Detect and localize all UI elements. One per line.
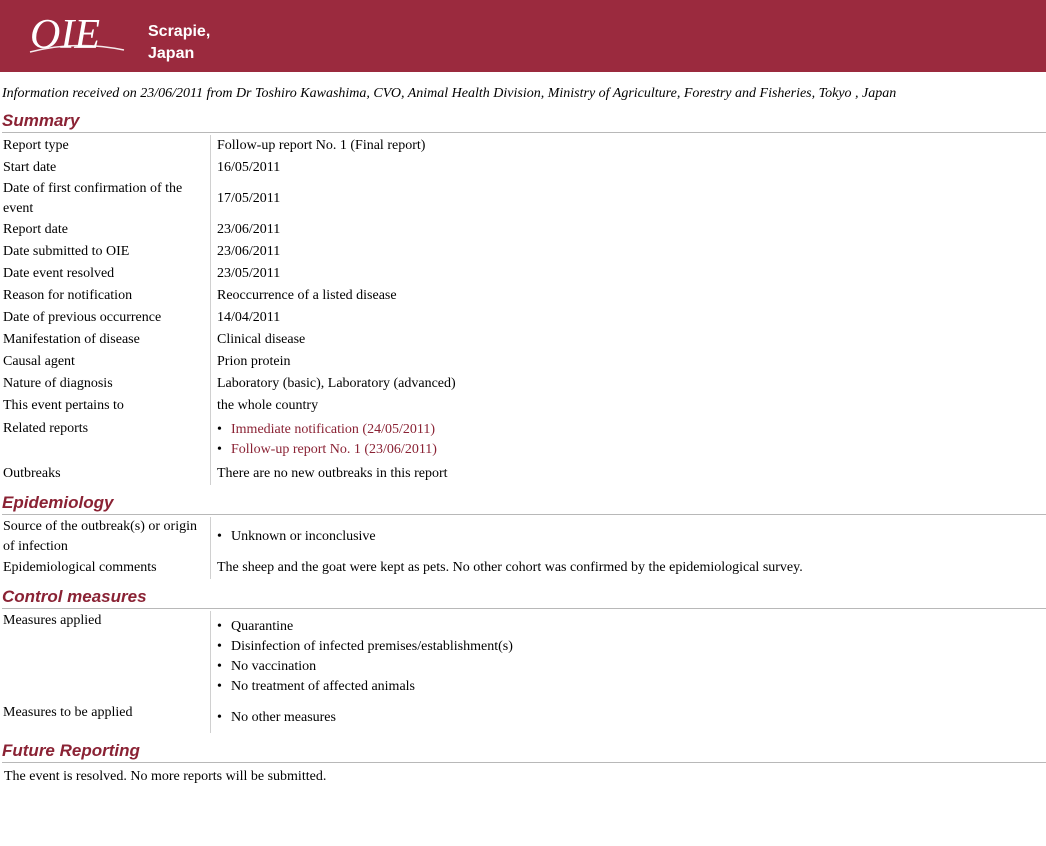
table-row: Source of the outbreak(s) or origin of i…	[0, 517, 1046, 557]
section-title-control-measures: Control measures	[2, 587, 1046, 609]
table-row: Measures applied • Quarantine • Disinfecti…	[0, 611, 1046, 703]
row-value: Clinical disease	[210, 329, 1046, 351]
table-row: Reason for notification Reoccurrence of a…	[0, 285, 1046, 307]
table-row: Outbreaks There are no new outbreaks in …	[0, 463, 1046, 485]
title-country: Japan	[148, 45, 195, 62]
list-item[interactable]: • Immediate notification (24/05/2011)	[217, 420, 1046, 440]
oie-logo: OIE	[29, 12, 125, 58]
list-item: • Quarantine	[217, 619, 294, 634]
summary-table: Report type Follow-up report No. 1 (Final…	[0, 135, 1046, 485]
table-row: Start date 16/05/2011	[0, 157, 1046, 179]
row-label: Start date	[3, 160, 57, 175]
page-header: OIE Scrapie, Japan	[0, 0, 1046, 72]
svg-text:OIE: OIE	[30, 12, 100, 58]
list-item: • Unknown or inconclusive	[217, 529, 376, 544]
measures-to-apply-list: • No other measures	[217, 708, 1046, 728]
row-value: 14/04/2011	[210, 307, 1046, 329]
row-value: Prion protein	[210, 351, 1046, 373]
related-report-link[interactable]: Immediate notification (24/05/2011)	[231, 422, 435, 437]
table-row: Causal agent Prion protein	[0, 351, 1046, 373]
row-label: This event pertains to	[3, 398, 124, 413]
row-value: 16/05/2011	[210, 157, 1046, 179]
row-label: Date event resolved	[3, 266, 115, 281]
measures-applied-list: • Quarantine • Disinfection of infected pr…	[217, 617, 1046, 697]
row-label: Nature of diagnosis	[3, 376, 113, 391]
row-value: • Unknown or inconclusive	[210, 517, 1046, 557]
row-value: the whole country	[210, 395, 1046, 417]
info-line: Information received on 23/06/2011 from …	[2, 86, 897, 101]
section-title-future-reporting: Future Reporting	[2, 741, 1046, 763]
table-row: Nature of diagnosis Laboratory (basic), L…	[0, 373, 1046, 395]
related-reports-list: • Immediate notification (24/05/2011) • Fo…	[217, 420, 1046, 460]
row-value: Follow-up report No. 1 (Final report)	[210, 135, 1046, 157]
row-value: • Quarantine • Disinfection of infected pr…	[210, 611, 1046, 703]
row-label: Measures to be applied	[3, 705, 133, 720]
table-row: Measures to be applied • No other measure…	[0, 703, 1046, 733]
table-row: Report date 23/06/2011	[0, 219, 1046, 241]
table-row: Date of first confirmation of the event 1…	[0, 179, 1046, 219]
row-value: 23/06/2011	[210, 219, 1046, 241]
row-label: Report type	[3, 138, 69, 153]
list-item: • No vaccination	[217, 659, 317, 674]
row-label: Report date	[3, 222, 68, 237]
table-row: Date submitted to OIE 23/06/2011	[0, 241, 1046, 263]
row-label: Causal agent	[3, 354, 75, 369]
row-value: • No other measures	[210, 703, 1046, 733]
row-value: 23/06/2011	[210, 241, 1046, 263]
row-label: Epidemiological comments	[3, 560, 157, 575]
list-item[interactable]: • Follow-up report No. 1 (23/06/2011)	[217, 440, 1046, 460]
row-label: Related reports	[3, 421, 89, 436]
row-label: Date submitted to OIE	[3, 244, 130, 259]
row-label: Date of previous occurrence	[3, 310, 162, 325]
row-value: Laboratory (basic), Laboratory (advanced…	[210, 373, 1046, 395]
page-title: Scrapie, Japan	[148, 21, 210, 65]
table-row: Manifestation of disease Clinical disease	[0, 329, 1046, 351]
control-table: Measures applied • Quarantine • Disinfecti…	[0, 611, 1046, 733]
row-label: Outbreaks	[3, 466, 61, 481]
title-disease: Scrapie,	[148, 23, 211, 40]
table-row: Related reports • Immediate notification …	[0, 417, 1046, 463]
row-value: 17/05/2011	[210, 179, 1046, 219]
section-title-epidemiology: Epidemiology	[2, 493, 1046, 515]
row-value: Reoccurrence of a listed disease	[210, 285, 1046, 307]
table-row: This event pertains to the whole country	[0, 395, 1046, 417]
list-item: • No treatment of affected animals	[217, 679, 415, 694]
row-label: Manifestation of disease	[3, 332, 140, 347]
epidemiology-table: Source of the outbreak(s) or origin of i…	[0, 517, 1046, 579]
table-row: Report type Follow-up report No. 1 (Final…	[0, 135, 1046, 157]
source-list: • Unknown or inconclusive	[217, 527, 1046, 547]
table-row: Epidemiological comments The sheep and t…	[0, 557, 1046, 579]
row-value: The sheep and the goat were kept as pets…	[210, 557, 1046, 579]
future-reporting-text: The event is resolved. No more reports w…	[4, 769, 327, 784]
section-title-summary: Summary	[2, 111, 1046, 133]
row-label: Source of the outbreak(s) or origin of i…	[3, 519, 197, 554]
list-item: • No other measures	[217, 710, 336, 725]
related-report-link[interactable]: Follow-up report No. 1 (23/06/2011)	[231, 442, 437, 457]
row-label: Measures applied	[3, 613, 102, 628]
table-row: Date of previous occurrence 14/04/2011	[0, 307, 1046, 329]
row-value: 23/05/2011	[210, 263, 1046, 285]
row-value: There are no new outbreaks in this repor…	[210, 463, 1046, 485]
row-label: Date of first confirmation of the event	[3, 181, 183, 216]
table-row: Date event resolved 23/05/2011	[0, 263, 1046, 285]
row-value: • Immediate notification (24/05/2011) • Fo…	[210, 417, 1046, 463]
row-label: Reason for notification	[3, 288, 133, 303]
list-item: • Disinfection of infected premises/estab…	[217, 639, 513, 654]
